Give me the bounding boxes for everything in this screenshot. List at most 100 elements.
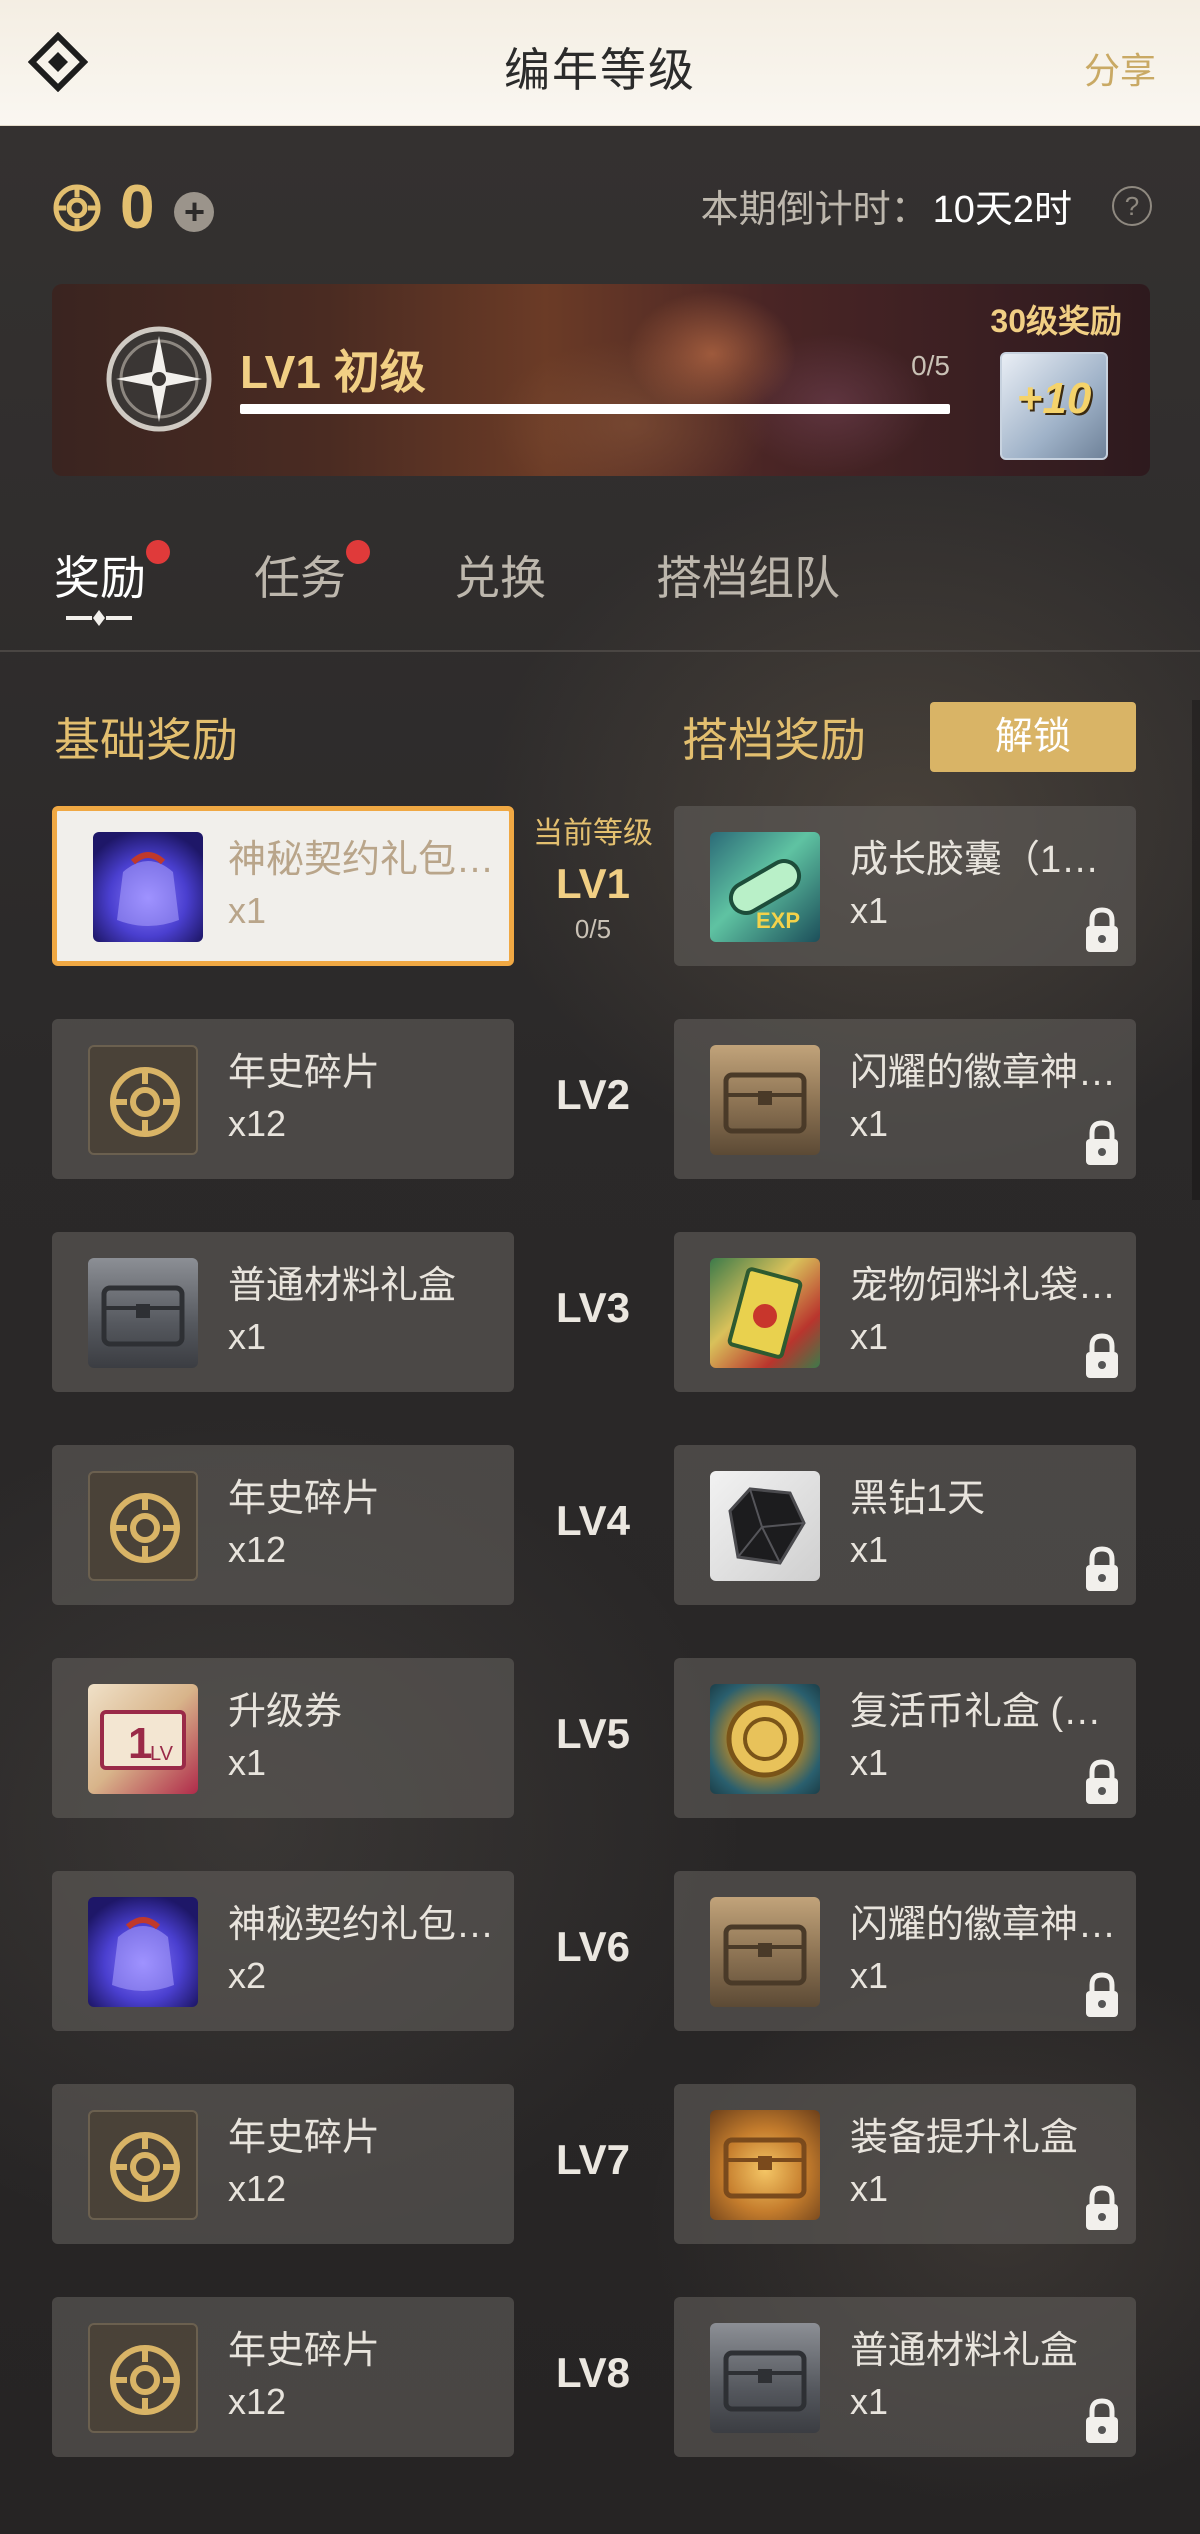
svg-text:EXP: EXP <box>756 908 800 933</box>
partner-reward-card[interactable]: 闪耀的徽章神… x1 <box>674 1019 1136 1179</box>
level-30-reward-label: 30级奖励 <box>990 303 1122 339</box>
svg-text:LV: LV <box>150 1743 174 1765</box>
tab-exchange[interactable]: 兑换 <box>454 542 546 608</box>
tab-divider <box>0 650 1200 652</box>
basic-reward-card[interactable]: 普通材料礼盒 x1 <box>52 1232 514 1392</box>
unlock-button[interactable]: 解锁 <box>930 702 1136 772</box>
badge-chest-icon <box>710 1897 820 2007</box>
reward-name: 普通材料礼盒 <box>850 2330 1079 2372</box>
add-points-button[interactable]: + <box>174 192 215 232</box>
reward-quantity: x12 <box>228 1529 287 1570</box>
black-diamond-icon <box>710 1471 820 1581</box>
reward-quantity: x1 <box>850 1316 889 1357</box>
chronicle-coin-icon <box>88 1045 198 1155</box>
growth-capsule-icon: EXP <box>710 832 820 942</box>
level-marker: LV4 <box>520 1497 666 1545</box>
reward-name: 宠物饲料礼袋 … <box>850 1265 1120 1307</box>
lock-icon <box>1082 906 1122 954</box>
pet-food-icon <box>710 1258 820 1368</box>
tab-tasks[interactable]: 任务 <box>254 540 370 608</box>
tab-label: 奖励 <box>54 552 146 604</box>
level-label: LV1 <box>556 860 630 907</box>
reward-row-lv4: 年史碎片 x12 LV4 黑钻1天 x1 <box>0 1445 1200 1605</box>
countdown-value: 10天2时 <box>932 189 1072 231</box>
tab-label: 兑换 <box>454 552 546 604</box>
basic-reward-card[interactable]: 年史碎片 x12 <box>52 1019 514 1179</box>
level-ticket-icon: 1 LV <box>88 1684 198 1794</box>
level-label: LV3 <box>556 1284 630 1331</box>
notification-dot <box>146 540 170 564</box>
reward-row-lv3: 普通材料礼盒 x1 LV3 宠物饲料礼袋 … x1 <box>0 1232 1200 1392</box>
partner-reward-card[interactable]: 普通材料礼盒 x1 <box>674 2297 1136 2457</box>
level-30-reward-item[interactable]: +10 <box>1000 352 1108 460</box>
reward-name: 神秘契约礼包 … <box>228 839 498 881</box>
reward-quantity: x1 <box>228 890 267 931</box>
reward-row-lv2: 年史碎片 x12 LV2 闪耀的徽章神… x1 <box>0 1019 1200 1179</box>
chronicle-coin-icon <box>53 184 101 232</box>
reward-row-lv1: 神秘契约礼包 … x1 当前等级 LV1 0/5 EXP 成长胶囊（10… x1 <box>0 806 1200 966</box>
lock-icon <box>1082 1545 1122 1593</box>
reward-quantity: x1 <box>228 1316 267 1357</box>
reward-quantity: x1 <box>850 1742 889 1783</box>
chronicle-coin-icon <box>88 2323 198 2433</box>
level-banner: LV1 初级 0/5 30级奖励 +10 <box>52 284 1150 476</box>
level-label: LV2 <box>556 1071 630 1118</box>
basic-reward-card[interactable]: 神秘契约礼包 … x1 <box>52 806 514 966</box>
reward-row-lv8: 年史碎片 x12 LV8 普通材料礼盒 x1 <box>0 2297 1200 2457</box>
basic-reward-card[interactable]: 年史碎片 x12 <box>52 2297 514 2457</box>
notification-dot <box>346 540 370 564</box>
reward-quantity: x12 <box>228 2381 287 2422</box>
reward-name: 闪耀的徽章神… <box>850 1904 1117 1946</box>
mystery-pack-icon <box>88 1897 198 2007</box>
reward-item-text: +10 <box>1016 374 1092 423</box>
current-level-caption: 当前等级 <box>533 817 653 850</box>
reward-row-lv7: 年史碎片 x12 LV7 装备提升礼盒 x1 <box>0 2084 1200 2244</box>
basic-reward-card[interactable]: 年史碎片 x12 <box>52 1445 514 1605</box>
basic-reward-card[interactable]: 1 LV 升级券 x1 <box>52 1658 514 1818</box>
level-marker: LV7 <box>520 2136 666 2184</box>
partner-reward-card[interactable]: 黑钻1天 x1 <box>674 1445 1136 1605</box>
partner-rewards-heading: 搭档奖励 <box>682 714 866 766</box>
partner-reward-card[interactable]: 闪耀的徽章神… x1 <box>674 1871 1136 2031</box>
chronicle-coin-icon <box>88 1471 198 1581</box>
points-value: 0 <box>120 173 155 242</box>
level-label: LV8 <box>556 2349 630 2396</box>
level-progress-bar <box>240 404 950 414</box>
top-bar: 编年等级 分享 <box>0 0 1200 126</box>
tab-rewards[interactable]: 奖励 <box>54 540 170 608</box>
partner-reward-card[interactable]: 复活币礼盒 (1… x1 <box>674 1658 1136 1818</box>
material-chest-icon <box>88 1258 198 1368</box>
basic-reward-card[interactable]: 年史碎片 x12 <box>52 2084 514 2244</box>
compass-badge-icon <box>106 326 212 432</box>
svg-text:1: 1 <box>128 1719 152 1768</box>
reward-row-lv5: 1 LV 升级券 x1 LV5 复活币礼盒 (1… x1 <box>0 1658 1200 1818</box>
tab-label: 搭档组队 <box>656 552 840 604</box>
share-button[interactable]: 分享 <box>1084 42 1156 94</box>
basic-reward-card[interactable]: 神秘契约礼包 … x2 <box>52 1871 514 2031</box>
help-icon[interactable]: ? <box>1112 185 1152 226</box>
partner-reward-card[interactable]: EXP 成长胶囊（10… x1 <box>674 806 1136 966</box>
level-progress-text: 0/5 <box>911 350 950 381</box>
level-marker: LV3 <box>520 1284 666 1332</box>
badge-chest-icon <box>710 1045 820 1155</box>
reward-row-lv6: 神秘契约礼包 … x2 LV6 闪耀的徽章神… x1 <box>0 1871 1200 2031</box>
level-label: LV4 <box>556 1497 630 1544</box>
revive-coin-icon <box>710 1684 820 1794</box>
lock-icon <box>1082 2397 1122 2445</box>
equip-box-icon <box>710 2110 820 2220</box>
reward-quantity: x1 <box>850 1529 889 1570</box>
lock-icon <box>1082 1971 1122 2019</box>
reward-name: 年史碎片 <box>228 2330 381 2372</box>
tab-partner-team[interactable]: 搭档组队 <box>656 542 840 608</box>
partner-reward-card[interactable]: 装备提升礼盒 x1 <box>674 2084 1136 2244</box>
reward-name: 复活币礼盒 (1… <box>850 1691 1120 1733</box>
chronicle-coin-icon <box>88 2110 198 2220</box>
level-label: LV6 <box>556 1923 630 1970</box>
season-countdown: 本期倒计时： 10天2时 ? <box>701 178 1152 233</box>
level-marker: 当前等级 LV1 0/5 <box>520 808 666 945</box>
level-marker: LV5 <box>520 1710 666 1758</box>
partner-reward-card[interactable]: 宠物饲料礼袋 … x1 <box>674 1232 1136 1392</box>
reward-name: 年史碎片 <box>228 1478 381 1520</box>
material-chest-icon <box>710 2323 820 2433</box>
tab-label: 任务 <box>254 552 346 604</box>
